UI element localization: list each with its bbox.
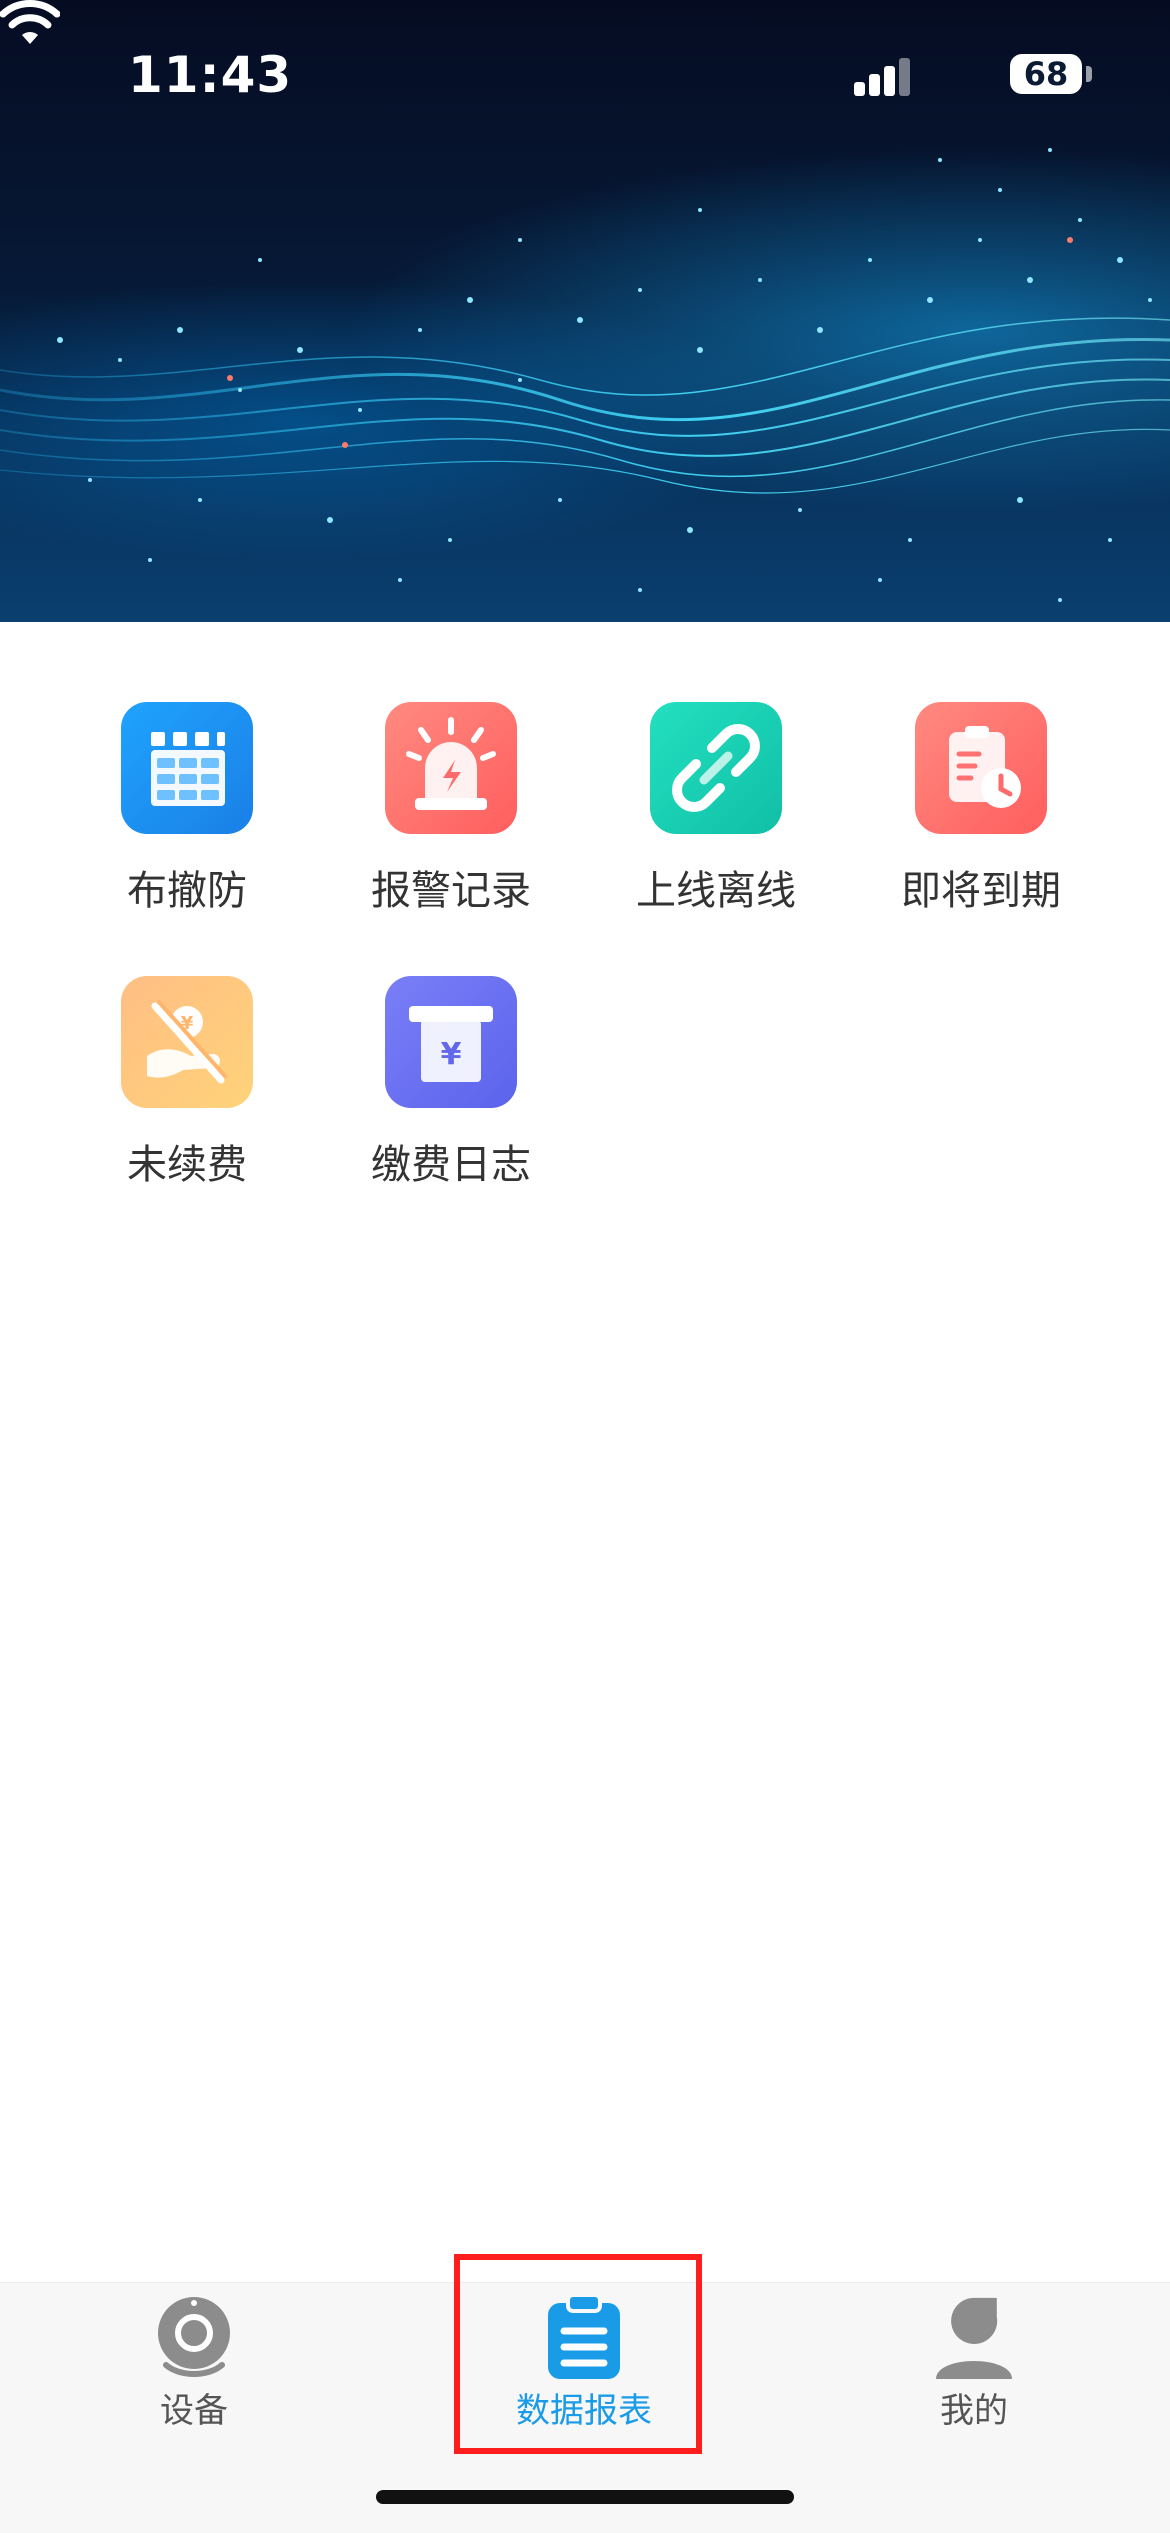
link-chain-icon	[650, 702, 782, 834]
menu-item-label: 未续费	[127, 1142, 247, 1188]
menu-item-expiring-soon[interactable]: 即将到期	[866, 622, 1096, 914]
menu-item-online-offline[interactable]: 上线离线	[601, 622, 831, 914]
fortress-wall-icon	[121, 702, 253, 834]
wifi-icon	[0, 0, 60, 44]
tab-label: 设备	[160, 2391, 228, 2431]
battery-indicator: 68	[1010, 54, 1082, 94]
tab-label: 我的	[940, 2391, 1008, 2431]
status-time: 11:43	[128, 46, 293, 104]
header-banner: 11:43 68	[0, 0, 1170, 622]
menu-item-arm-disarm[interactable]: 布撤防	[72, 622, 302, 914]
status-bar: 11:43 68	[0, 0, 1170, 150]
highlight-annotation-box	[454, 2254, 702, 2454]
menu-item-unrenewed[interactable]: ¥ 未续费	[72, 896, 302, 1188]
alarm-siren-icon	[385, 702, 517, 834]
menu-item-payment-log[interactable]: ¥ 缴费日志	[336, 896, 566, 1188]
svg-text:¥: ¥	[441, 1037, 462, 1072]
menu-item-label: 缴费日志	[371, 1142, 531, 1188]
clipboard-clock-icon	[915, 702, 1047, 834]
cellular-signal-icon	[854, 56, 912, 96]
no-payment-hand-icon: ¥	[121, 976, 253, 1108]
battery-nub	[1086, 66, 1092, 82]
payment-slot-icon: ¥	[385, 976, 517, 1108]
camera-icon	[158, 2297, 230, 2377]
home-indicator[interactable]	[376, 2490, 794, 2504]
menu-item-label: 上线离线	[636, 868, 796, 914]
tab-mine[interactable]: 我的	[824, 2283, 1124, 2483]
menu-item-label: 即将到期	[901, 868, 1061, 914]
menu-item-alarm-records[interactable]: 报警记录	[336, 622, 566, 914]
tab-device[interactable]: 设备	[44, 2283, 344, 2483]
user-profile-icon	[936, 2297, 1012, 2379]
